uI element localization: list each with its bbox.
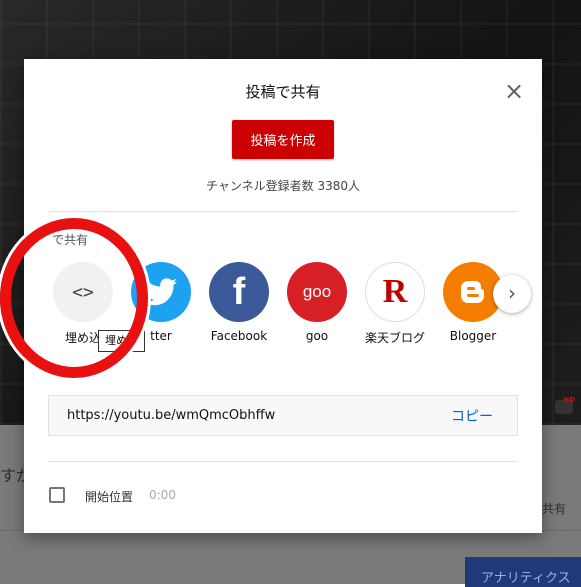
- share-rakuten-blog[interactable]: R 楽天ブログ: [355, 262, 435, 346]
- share-rakuten-label: 楽天ブログ: [364, 331, 425, 345]
- background-share-label: 共有: [542, 502, 567, 516]
- close-icon[interactable]: ×: [502, 79, 526, 103]
- share-section-label: で共有: [52, 233, 89, 247]
- subscriber-count: チャンネル登録者数 3380人: [206, 179, 360, 193]
- facebook-icon: f: [209, 262, 269, 322]
- copy-button[interactable]: コピー: [451, 406, 493, 426]
- share-facebook-label: Facebook: [210, 329, 268, 343]
- share-blogger-label: Blogger: [449, 329, 497, 343]
- dialog-title: 投稿で共有: [245, 83, 321, 101]
- rakuten-icon: R: [365, 262, 425, 322]
- start-time-checkbox[interactable]: [49, 487, 65, 503]
- hd-settings-icon: [555, 396, 575, 414]
- chevron-right-icon[interactable]: ›: [493, 275, 531, 313]
- start-time-label: 開始位置: [85, 490, 134, 504]
- share-url-box: https://youtu.be/wmQmcObhffw コピー: [48, 395, 518, 436]
- goo-icon: goo: [287, 262, 347, 322]
- embed-code-icon: <>: [53, 262, 113, 322]
- create-post-button[interactable]: 投稿を作成: [232, 120, 334, 159]
- twitter-bird-glyph: [144, 278, 177, 306]
- share-goo-label: goo: [305, 329, 329, 343]
- share-url[interactable]: https://youtu.be/wmQmcObhffw: [67, 408, 275, 423]
- divider: [48, 211, 518, 212]
- twitter-bird-icon: [131, 262, 191, 322]
- share-facebook[interactable]: f Facebook: [199, 262, 279, 343]
- embed-tooltip: 埋め込: [98, 330, 145, 352]
- blogger-b-glyph: [461, 281, 484, 303]
- divider: [48, 461, 518, 462]
- share-dialog: 投稿で共有 × 投稿を作成 チャンネル登録者数 3380人 で共有 <> 埋め込…: [24, 59, 542, 533]
- start-time-value[interactable]: 0:00: [149, 488, 176, 502]
- analytics-button: アナリティクス: [465, 557, 581, 587]
- share-goo[interactable]: goo goo: [277, 262, 357, 343]
